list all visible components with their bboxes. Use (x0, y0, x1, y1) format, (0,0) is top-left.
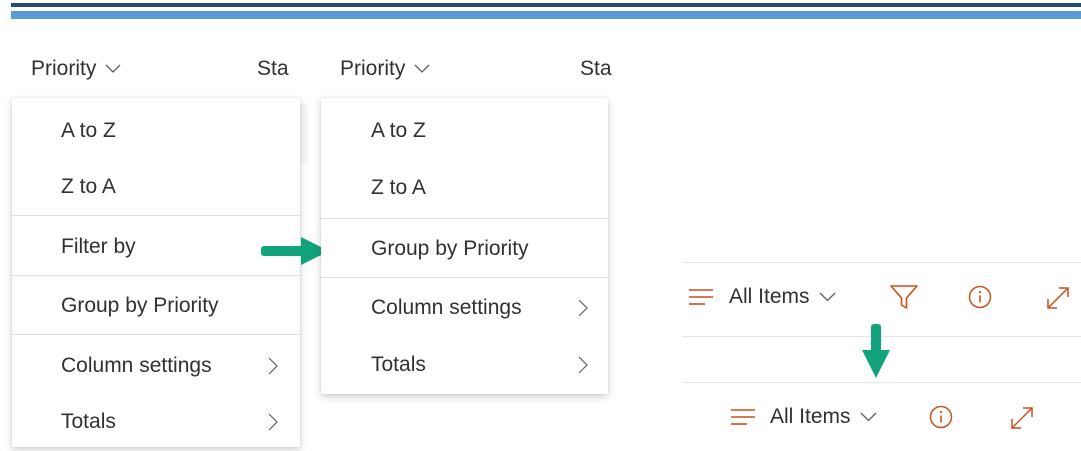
view-selector-label: All Items (729, 285, 810, 308)
menu-item-group-by-priority[interactable]: Group by Priority (12, 277, 300, 335)
menu-item-label: Group by Priority (371, 237, 529, 260)
command-bar-border (682, 382, 1081, 383)
status-column-header[interactable]: Sta (257, 57, 294, 81)
expand-icon[interactable] (1044, 284, 1072, 312)
info-icon[interactable] (929, 405, 953, 429)
menu-item-label: A to Z (371, 119, 426, 142)
view-lines-icon (689, 289, 713, 305)
menu-item-column-settings[interactable]: Column settings (12, 337, 300, 395)
menu-divider (321, 218, 608, 219)
top-stripe-light (11, 11, 1081, 19)
chevron-right-icon (268, 357, 278, 375)
priority-column-header[interactable]: Priority (340, 57, 430, 81)
menu-item-label: Totals (371, 353, 426, 376)
info-icon[interactable] (968, 285, 992, 309)
menu-item-sort-a-to-z[interactable]: A to Z (12, 102, 300, 160)
chevron-down-icon (414, 64, 430, 73)
chevron-down-icon (819, 292, 835, 302)
command-bar-border (682, 262, 1081, 263)
column-header-label: Priority (340, 57, 406, 80)
priority-column-header[interactable]: Priority (31, 57, 121, 81)
menu-item-label: Z to A (61, 175, 116, 198)
top-stripe-dark (11, 3, 1081, 7)
menu-divider (12, 215, 300, 216)
menu-item-column-settings[interactable]: Column settings (321, 279, 608, 337)
column-header-label: Priority (31, 57, 97, 80)
menu-item-label: Column settings (61, 354, 212, 377)
menu-divider (321, 277, 608, 278)
menu-item-totals[interactable]: Totals (321, 336, 608, 394)
list-row (300, 104, 308, 162)
view-selector-label: All Items (770, 405, 851, 428)
column-context-menu: A to Z Z to A Filter by Group by Priorit… (12, 98, 300, 447)
menu-item-sort-a-to-z[interactable]: A to Z (321, 102, 608, 160)
menu-item-label: Column settings (371, 296, 522, 319)
menu-item-label: Z to A (371, 176, 426, 199)
column-context-menu: A to Z Z to A Group by Priority Column s… (321, 98, 608, 394)
chevron-down-icon (860, 412, 876, 422)
chevron-right-icon (578, 299, 588, 317)
expand-icon[interactable] (1008, 404, 1036, 432)
menu-item-group-by-priority[interactable]: Group by Priority (321, 220, 608, 278)
filter-icon[interactable] (890, 284, 918, 310)
menu-item-label: A to Z (61, 119, 116, 142)
view-selector[interactable]: All Items (730, 405, 877, 429)
arrow-down-icon (862, 324, 890, 378)
menu-item-sort-z-to-a[interactable]: Z to A (321, 159, 608, 217)
chevron-down-icon (105, 64, 121, 73)
menu-item-label: Group by Priority (61, 294, 219, 317)
menu-item-totals[interactable]: Totals (12, 393, 300, 451)
chevron-right-icon (578, 356, 588, 374)
menu-item-label: Totals (61, 410, 116, 433)
menu-divider (12, 334, 300, 335)
menu-divider (12, 275, 300, 276)
chevron-right-icon (268, 413, 278, 431)
menu-item-sort-z-to-a[interactable]: Z to A (12, 158, 300, 216)
status-column-header[interactable]: Sta (580, 57, 612, 81)
menu-item-label: Filter by (61, 235, 136, 258)
view-lines-icon (731, 409, 755, 425)
view-selector[interactable]: All Items (688, 285, 836, 309)
menu-item-filter-by[interactable]: Filter by (12, 218, 300, 276)
